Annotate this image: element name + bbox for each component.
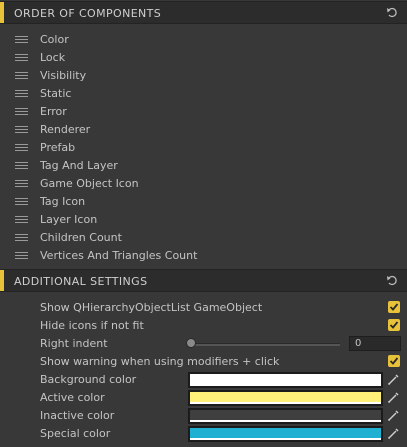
checkmark-icon [389,357,399,365]
drag-handle-icon[interactable] [15,162,28,170]
list-item[interactable]: Children Count [0,229,407,247]
list-item[interactable]: Error [0,103,407,121]
right-indent-row: Right indent 0 [0,335,407,353]
hide-icons-row: Hide icons if not fit [0,317,407,335]
eyedropper-icon[interactable] [387,427,400,440]
drag-handle-icon[interactable] [15,234,28,242]
drag-handle-icon[interactable] [15,90,28,98]
setting-label: Hide icons if not fit [40,319,144,332]
section-title: ADDITIONAL SETTINGS [14,275,148,288]
color-field[interactable] [188,372,383,388]
color-swatch [190,410,381,420]
drag-handle-icon[interactable] [15,216,28,224]
component-label: Lock [40,51,66,64]
component-label: Layer Icon [40,213,98,226]
component-label: Static [40,87,72,100]
component-label: Children Count [40,231,122,244]
header-accent-bar [0,270,4,291]
section-title: ORDER OF COMPONENTS [14,7,162,20]
color-swatch [190,374,381,384]
drag-handle-icon[interactable] [15,180,28,188]
color-row: Special color [0,425,407,443]
drag-handle-icon[interactable] [15,108,28,116]
list-item[interactable]: Static [0,85,407,103]
alpha-bar [190,420,381,422]
setting-label: Background color [40,373,137,386]
component-label: Error [40,105,67,118]
checkmark-icon [389,303,399,311]
drag-handle-icon[interactable] [15,252,28,260]
show-warning-checkbox[interactable] [388,355,400,367]
drag-handle-icon[interactable] [15,198,28,206]
show-warning-row: Show warning when using modifiers + clic… [0,353,407,371]
setting-label: Right indent [40,337,108,350]
right-indent-slider-track[interactable] [188,343,340,346]
eyedropper-icon[interactable] [387,409,400,422]
component-label: Visibility [40,69,87,82]
list-item[interactable]: Tag And Layer [0,157,407,175]
setting-label: Special color [40,427,111,440]
color-row: Background color [0,371,407,389]
color-swatch [190,428,381,438]
show-object-list-row: Show QHierarchyObjectList GameObject [0,299,407,317]
hide-icons-checkbox[interactable] [388,319,400,331]
component-label: Vertices And Triangles Count [40,249,198,262]
drag-handle-icon[interactable] [15,126,28,134]
color-row: Inactive color [0,407,407,425]
right-indent-input[interactable]: 0 [349,336,401,351]
reset-icon[interactable] [386,274,399,287]
component-label: Tag Icon [40,195,86,208]
list-item[interactable]: Tag Icon [0,193,407,211]
drag-handle-icon[interactable] [15,36,28,44]
order-of-components-header[interactable]: ORDER OF COMPONENTS [0,1,407,24]
component-label: Prefab [40,141,76,154]
alpha-bar [190,402,381,404]
show-object-list-checkbox[interactable] [388,301,400,313]
color-row: Active color [0,389,407,407]
reset-icon[interactable] [386,6,399,19]
component-label: Color [40,33,69,46]
additional-settings-header[interactable]: ADDITIONAL SETTINGS [0,269,407,292]
component-label: Game Object Icon [40,177,139,190]
setting-label: Show QHierarchyObjectList GameObject [40,301,263,314]
color-field[interactable] [188,426,383,442]
list-item[interactable]: Game Object Icon [0,175,407,193]
list-item[interactable]: Renderer [0,121,407,139]
setting-label: Active color [40,391,105,404]
list-item[interactable]: Visibility [0,67,407,85]
list-item[interactable]: Prefab [0,139,407,157]
drag-handle-icon[interactable] [15,54,28,62]
alpha-bar [190,438,381,440]
component-label: Renderer [40,123,91,136]
eyedropper-icon[interactable] [387,391,400,404]
list-item[interactable]: Vertices And Triangles Count [0,247,407,265]
list-item[interactable]: Layer Icon [0,211,407,229]
header-accent-bar [0,2,4,23]
drag-handle-icon[interactable] [15,144,28,152]
color-field[interactable] [188,408,383,424]
color-field[interactable] [188,390,383,406]
color-swatch [190,392,381,402]
list-item[interactable]: Color [0,31,407,49]
setting-label: Show warning when using modifiers + clic… [40,355,280,368]
setting-label: Inactive color [40,409,115,422]
drag-handle-icon[interactable] [15,72,28,80]
eyedropper-icon[interactable] [387,373,400,386]
component-label: Tag And Layer [40,159,118,172]
right-indent-slider-thumb[interactable] [186,338,196,348]
checkmark-icon [389,321,399,329]
list-item[interactable]: Lock [0,49,407,67]
alpha-bar [190,384,381,386]
